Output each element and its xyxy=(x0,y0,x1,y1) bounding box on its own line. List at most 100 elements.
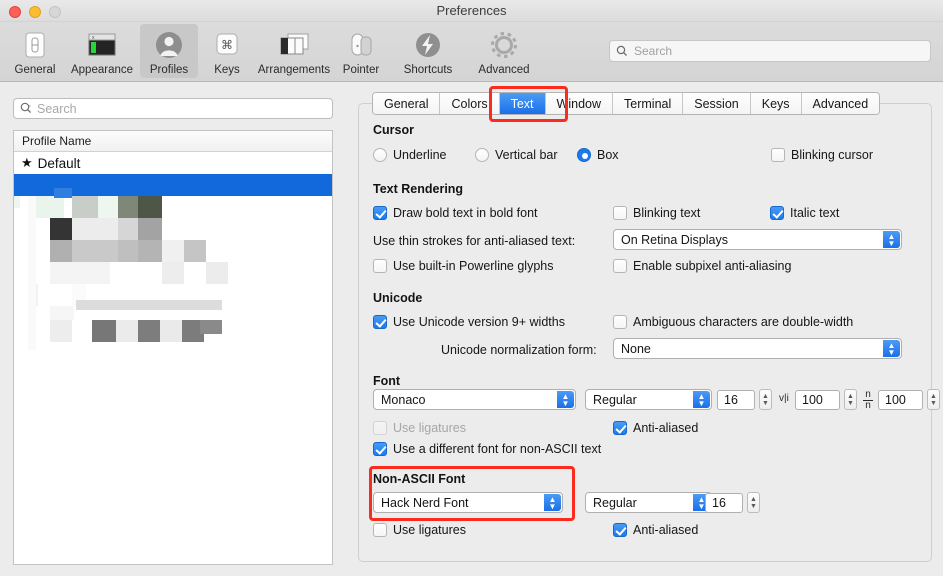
non-ascii-font-size-stepper[interactable]: ▲ ▼ xyxy=(747,492,760,513)
thin-strokes-select[interactable]: On Retina Displays ▲ ▼ xyxy=(613,229,902,250)
italic-text-label: Italic text xyxy=(790,206,840,220)
profiles-sidebar: Search Profile Name ★ Default xyxy=(0,82,345,576)
font-family-select[interactable]: Monaco ▲ ▼ xyxy=(373,389,576,410)
unicode-section-title: Unicode xyxy=(373,291,423,305)
blinking-text-checkbox[interactable] xyxy=(613,206,627,220)
toolbar-item-appearance[interactable]: x Appearance xyxy=(64,24,140,78)
profile-name: Default xyxy=(37,155,81,171)
chevron-updown-icon: ▲ ▼ xyxy=(557,391,574,408)
toolbar-item-keys[interactable]: ⌘ Keys xyxy=(198,24,256,78)
font-use-ligatures-checkbox xyxy=(373,421,387,435)
italic-text-checkbox[interactable] xyxy=(770,206,784,220)
cursor-underline-label: Underline xyxy=(393,148,447,162)
font-use-ligatures-label: Use ligatures xyxy=(393,421,466,435)
cursor-vertical-bar-radio[interactable] xyxy=(475,148,489,162)
non-ascii-font-style-select[interactable]: Regular ▲ ▼ xyxy=(585,492,712,513)
unicode-v9-widths-checkbox[interactable] xyxy=(373,315,387,329)
non-ascii-font-size-input[interactable]: 16 xyxy=(705,493,743,513)
text-rendering-section-title: Text Rendering xyxy=(373,182,464,196)
powerline-glyphs-label: Use built-in Powerline glyphs xyxy=(393,259,554,273)
profiles-icon xyxy=(153,28,185,62)
vertical-spacing-icon-denominator: n xyxy=(863,400,873,411)
horizontal-spacing-input[interactable]: 100 xyxy=(795,390,840,410)
use-different-font-non-ascii-checkbox[interactable] xyxy=(373,442,387,456)
list-item[interactable]: ★ Default xyxy=(14,152,332,174)
font-section-title: Font xyxy=(373,374,401,388)
preferences-window: Preferences General x Appearance Profile… xyxy=(0,0,943,576)
non-ascii-use-ligatures-checkbox[interactable] xyxy=(373,523,387,537)
ambiguous-double-width-checkbox[interactable] xyxy=(613,315,627,329)
tab-window[interactable]: Window xyxy=(545,93,614,114)
unicode-normalization-label: Unicode normalization form: xyxy=(441,343,597,357)
profile-search-input[interactable]: Search xyxy=(13,98,333,119)
font-anti-aliased-checkbox[interactable] xyxy=(613,421,627,435)
draw-bold-label: Draw bold text in bold font xyxy=(393,206,538,220)
tab-general[interactable]: General xyxy=(373,93,441,114)
vertical-spacing-icon-numerator: n xyxy=(865,389,871,400)
pointer-icon xyxy=(347,28,375,62)
non-ascii-anti-aliased-checkbox[interactable] xyxy=(613,523,627,537)
toolbar-search-input[interactable]: Search xyxy=(609,40,931,62)
powerline-glyphs-checkbox[interactable] xyxy=(373,259,387,273)
keys-icon: ⌘ xyxy=(213,28,241,62)
profile-name-column-header[interactable]: Profile Name xyxy=(14,131,332,152)
font-style-value: Regular xyxy=(593,392,637,407)
profile-list-table[interactable]: Profile Name ★ Default xyxy=(13,130,333,565)
profile-settings-pane: General Colors Text Window Terminal Sess… xyxy=(345,82,943,576)
toolbar-item-general[interactable]: General xyxy=(6,24,64,78)
appearance-icon: x xyxy=(86,28,118,62)
horizontal-spacing-stepper[interactable]: ▲ ▼ xyxy=(844,389,857,410)
toolbar-item-label: Advanced xyxy=(478,64,530,76)
toolbar-item-label: Shortcuts xyxy=(403,64,453,76)
arrangements-icon xyxy=(277,28,311,62)
preferences-toolbar: General x Appearance Profiles ⌘ Keys Arr… xyxy=(0,22,943,82)
font-size-input[interactable]: 16 xyxy=(717,390,755,410)
vertical-spacing-stepper[interactable]: ▲ ▼ xyxy=(927,389,940,410)
profile-search-placeholder: Search xyxy=(37,101,77,116)
font-size-stepper[interactable]: ▲ ▼ xyxy=(759,389,772,410)
toolbar-item-pointer[interactable]: Pointer xyxy=(332,24,390,78)
cursor-box-radio[interactable] xyxy=(577,148,591,162)
unicode-normalization-value: None xyxy=(621,341,651,356)
unicode-normalization-select[interactable]: None ▲ ▼ xyxy=(613,338,902,359)
toolbar-item-label: Arrangements xyxy=(257,64,331,76)
tab-text[interactable]: Text xyxy=(499,93,546,114)
non-ascii-font-family-select[interactable]: Hack Nerd Font ▲ ▼ xyxy=(373,492,563,513)
horizontal-spacing-icon: v|i xyxy=(779,393,789,404)
tab-terminal[interactable]: Terminal xyxy=(613,93,684,114)
toolbar-item-label: General xyxy=(14,64,56,76)
blinking-cursor-label: Blinking cursor xyxy=(791,148,873,162)
thin-strokes-label: Use thin strokes for anti-aliased text: xyxy=(373,234,576,248)
font-style-select[interactable]: Regular ▲ ▼ xyxy=(585,389,712,410)
cursor-underline-radio[interactable] xyxy=(373,148,387,162)
tab-session[interactable]: Session xyxy=(683,93,751,114)
tab-keys[interactable]: Keys xyxy=(750,93,802,114)
non-ascii-font-section-title: Non-ASCII Font xyxy=(373,472,466,486)
shortcuts-icon xyxy=(413,28,443,62)
non-ascii-font-family-value: Hack Nerd Font xyxy=(381,495,469,510)
tab-colors[interactable]: Colors xyxy=(440,93,500,114)
toolbar-item-profiles[interactable]: Profiles xyxy=(140,24,198,78)
cursor-section-title: Cursor xyxy=(373,123,414,137)
toolbar-item-shortcuts[interactable]: Shortcuts xyxy=(390,24,466,78)
tab-advanced[interactable]: Advanced xyxy=(801,93,880,114)
vertical-spacing-input[interactable]: 100 xyxy=(878,390,923,410)
toolbar-item-label: Appearance xyxy=(70,64,134,76)
general-icon xyxy=(22,28,48,62)
settings-tabbar: General Colors Text Window Terminal Sess… xyxy=(372,92,881,115)
non-ascii-anti-aliased-label: Anti-aliased xyxy=(633,523,699,537)
cursor-box-label: Box xyxy=(597,148,619,162)
blinking-text-label: Blinking text xyxy=(633,206,701,220)
unicode-v9-widths-label: Use Unicode version 9+ widths xyxy=(393,315,565,329)
chevron-updown-icon: ▲ ▼ xyxy=(544,494,561,511)
chevron-updown-icon: ▲ ▼ xyxy=(693,391,710,408)
svg-text:⌘: ⌘ xyxy=(221,38,233,52)
toolbar-item-arrangements[interactable]: Arrangements xyxy=(256,24,332,78)
draw-bold-checkbox[interactable] xyxy=(373,206,387,220)
blinking-cursor-checkbox[interactable] xyxy=(771,148,785,162)
subpixel-antialiasing-checkbox[interactable] xyxy=(613,259,627,273)
star-icon: ★ xyxy=(21,155,33,170)
ambiguous-double-width-label: Ambiguous characters are double-width xyxy=(633,315,854,329)
use-different-font-non-ascii-label: Use a different font for non-ASCII text xyxy=(393,442,602,456)
toolbar-item-advanced[interactable]: Advanced xyxy=(466,24,542,78)
